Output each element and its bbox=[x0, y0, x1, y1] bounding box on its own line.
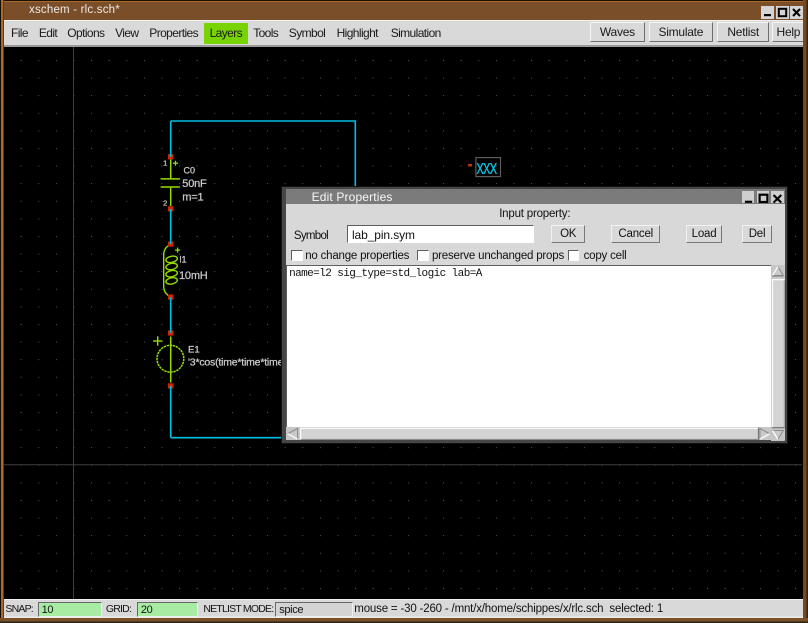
svg-text:E1: E1 bbox=[188, 344, 200, 355]
svg-text:1: 1 bbox=[163, 158, 167, 167]
svg-text:'3*cos(time*time*time*t: '3*cos(time*time*time*t bbox=[188, 356, 290, 368]
svg-text:C0: C0 bbox=[184, 165, 196, 175]
svg-text:50nF: 50nF bbox=[182, 178, 207, 190]
svg-text:xxx: xxx bbox=[476, 155, 497, 178]
svg-text:m=1: m=1 bbox=[182, 191, 203, 203]
svg-text:l1: l1 bbox=[180, 254, 187, 264]
svg-text:2: 2 bbox=[163, 198, 167, 207]
svg-text:10mH: 10mH bbox=[179, 269, 208, 281]
